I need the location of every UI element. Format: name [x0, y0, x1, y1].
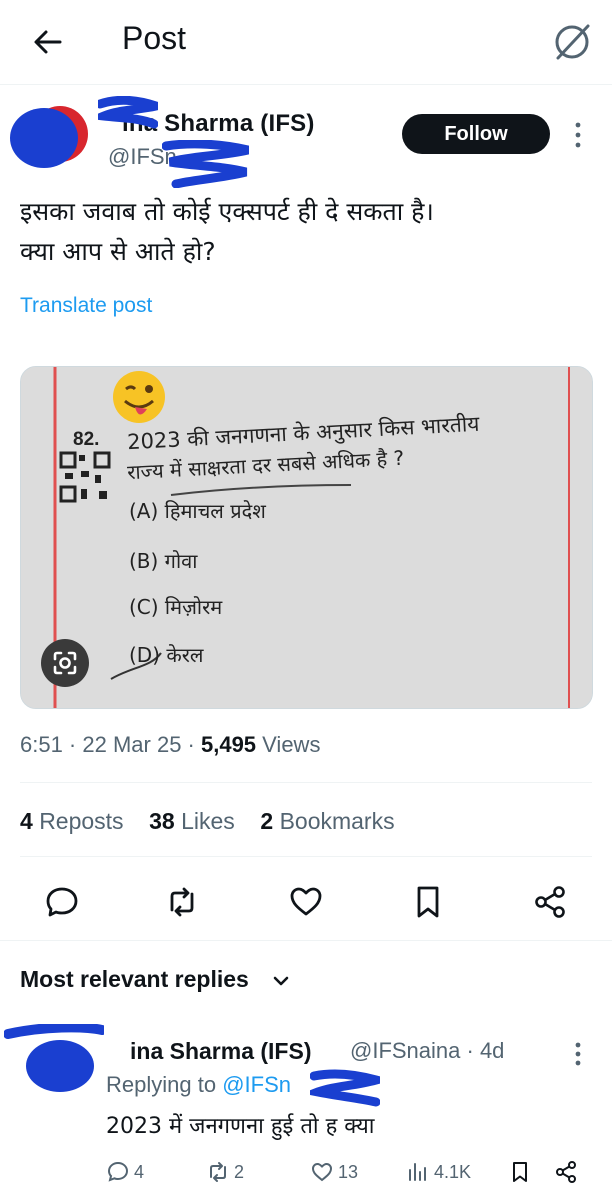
- question-number: 82.: [73, 429, 100, 450]
- post-timestamp-views: 6:51 · 22 Mar 25 · 5,495 Views: [20, 732, 320, 758]
- reposts-stat[interactable]: 4 Reposts: [20, 808, 124, 834]
- reply-more-button[interactable]: [568, 1040, 588, 1068]
- more-options-button[interactable]: [568, 120, 588, 150]
- views-count: 5,495: [200, 732, 257, 757]
- bookmark-button[interactable]: [410, 884, 446, 920]
- top-bar: [0, 0, 612, 85]
- redaction-scribble: [310, 1068, 380, 1108]
- heart-icon: [290, 887, 322, 916]
- views-chart-icon: [409, 1163, 426, 1181]
- reply-avatar[interactable]: [4, 1024, 104, 1096]
- reply-handle-time[interactable]: @IFSnaina · 4d: [350, 1038, 504, 1064]
- bookmark-icon: [513, 1162, 527, 1182]
- lens-icon: [53, 651, 77, 675]
- winking-tongue-emoji: [111, 369, 167, 425]
- reply-like-button[interactable]: 13: [310, 1158, 358, 1186]
- share-button[interactable]: [532, 884, 568, 920]
- reply-views-button[interactable]: 4.1K: [406, 1158, 471, 1186]
- reply-comment-button[interactable]: 4: [106, 1158, 144, 1186]
- heart-icon: [311, 1162, 333, 1182]
- repost-button[interactable]: [164, 884, 200, 920]
- like-button[interactable]: [288, 884, 324, 920]
- reply-share-button[interactable]: [554, 1158, 578, 1186]
- comment-icon: [107, 1161, 129, 1182]
- post-stats: 4 Reposts 38 Likes 2 Bookmarks: [20, 808, 395, 835]
- divider: [20, 856, 592, 857]
- reply-repost-button[interactable]: 2: [206, 1158, 244, 1186]
- bookmarks-stat[interactable]: 2 Bookmarks: [260, 808, 394, 834]
- redaction-scribble: [162, 140, 252, 188]
- translate-post-link[interactable]: Translate post: [20, 294, 152, 318]
- back-button[interactable]: [30, 24, 66, 60]
- arrow-left-icon: [34, 30, 62, 54]
- comment-icon: [46, 887, 78, 917]
- option-a: (A) हिमाचल प्रदेश: [129, 499, 266, 523]
- share-icon: [556, 1161, 576, 1183]
- option-d: (D) केरल: [129, 643, 204, 667]
- author-avatar[interactable]: [8, 104, 90, 168]
- divider: [20, 782, 592, 783]
- post-image[interactable]: 82. 2023 की जनगणना के अनुसार किस भारतीय …: [20, 366, 593, 709]
- share-icon: [535, 886, 565, 918]
- bookmark-icon: [417, 886, 439, 918]
- reply-text: 2023 में जनगणना हुई तो ह क्या: [106, 1114, 375, 1139]
- redaction-scribble: [98, 96, 158, 132]
- repost-icon: [210, 1162, 226, 1182]
- follow-button[interactable]: Follow: [402, 114, 550, 154]
- reply-author-name[interactable]: ina Sharma (IFS): [130, 1038, 311, 1065]
- qr-code: [59, 451, 111, 503]
- views-label: Views: [256, 732, 321, 757]
- post-text: इसका जवाब तो कोई एक्सपर्ट ही दे सकता है।…: [20, 197, 434, 266]
- grok-button[interactable]: [550, 20, 594, 64]
- more-vertical-icon: [575, 122, 581, 148]
- post-timestamp: 6:51 · 22 Mar 25 ·: [20, 732, 201, 757]
- page-title: Post: [122, 20, 187, 56]
- reply-bookmark-button[interactable]: [508, 1158, 532, 1186]
- repost-icon: [170, 887, 194, 917]
- more-vertical-icon: [575, 1042, 581, 1066]
- visual-search-button[interactable]: [41, 639, 89, 687]
- replying-to-link[interactable]: @IFSn: [222, 1072, 291, 1097]
- chevron-down-icon[interactable]: [270, 970, 292, 992]
- likes-stat[interactable]: 38 Likes: [149, 808, 235, 834]
- option-c: (C) मिज़ोरम: [129, 595, 223, 619]
- replies-sort-label[interactable]: Most relevant replies: [20, 966, 249, 993]
- option-b: (B) गोवा: [129, 549, 198, 573]
- reply-button[interactable]: [44, 884, 80, 920]
- divider: [0, 940, 612, 941]
- replying-to: Replying to @IFSn: [106, 1072, 291, 1097]
- grok-icon: [555, 24, 590, 60]
